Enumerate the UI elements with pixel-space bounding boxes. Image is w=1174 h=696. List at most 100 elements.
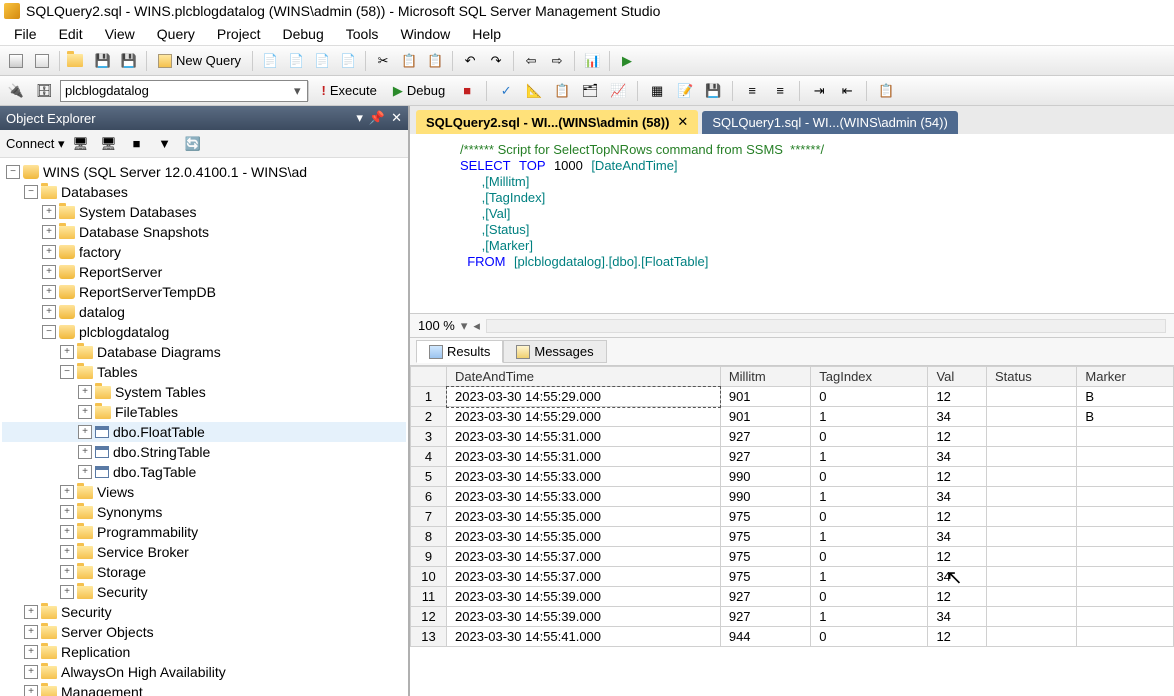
tables-node[interactable]: −Tables	[2, 362, 406, 382]
sql-editor[interactable]: /****** Script for SelectTopNRows comman…	[410, 134, 1174, 314]
db-datalog-node[interactable]: +datalog	[2, 302, 406, 322]
system-tables-node[interactable]: +System Tables	[2, 382, 406, 402]
pin-icon[interactable]: 📌	[369, 110, 385, 126]
nav-fwd-button[interactable]: ⇨	[545, 49, 569, 73]
open-button[interactable]	[65, 49, 89, 73]
save-button[interactable]: 💾	[91, 49, 115, 73]
specify-values-icon[interactable]: 📋	[874, 79, 898, 103]
cell[interactable]	[1077, 507, 1174, 527]
disconnect-icon[interactable]: 🖥	[97, 132, 121, 156]
stop-refresh-icon[interactable]: ■	[125, 132, 149, 156]
cell[interactable]: 1	[811, 447, 928, 467]
menu-window[interactable]: Window	[390, 24, 460, 44]
cell[interactable]: 0	[811, 507, 928, 527]
db-reportserver-node[interactable]: +ReportServer	[2, 262, 406, 282]
include-plan-icon[interactable]: 🗂	[578, 79, 602, 103]
save-all-button[interactable]: 💾	[117, 49, 141, 73]
uncomment-button[interactable]: ≡	[768, 79, 792, 103]
storage-node[interactable]: +Storage	[2, 562, 406, 582]
redo-button[interactable]: ↷	[484, 49, 508, 73]
cell[interactable]: B	[1077, 387, 1174, 407]
results-grid-icon[interactable]: ▦	[645, 79, 669, 103]
system-databases-node[interactable]: +System Databases	[2, 202, 406, 222]
nav-back-button[interactable]: ⇦	[519, 49, 543, 73]
database-diagrams-node[interactable]: +Database Diagrams	[2, 342, 406, 362]
tab-results[interactable]: Results	[416, 340, 503, 363]
mdx-query-icon[interactable]: 📄	[284, 49, 308, 73]
cell[interactable]: 1	[811, 407, 928, 427]
cell[interactable]: 12	[928, 547, 987, 567]
column-header[interactable]: Marker	[1077, 367, 1174, 387]
server-objects-node[interactable]: +Server Objects	[2, 622, 406, 642]
cell[interactable]: 2023-03-30 14:55:31.000	[447, 427, 721, 447]
cell[interactable]: 12	[928, 507, 987, 527]
cell[interactable]: 1	[811, 607, 928, 627]
table-row[interactable]: 52023-03-30 14:55:33.000990012	[411, 467, 1174, 487]
connect-label[interactable]: Connect ▾	[6, 136, 65, 152]
row-number[interactable]: 11	[411, 587, 447, 607]
service-broker-node[interactable]: +Service Broker	[2, 542, 406, 562]
column-header[interactable]: Val	[928, 367, 987, 387]
management-node[interactable]: +Management	[2, 682, 406, 696]
cell[interactable]	[986, 607, 1076, 627]
cell[interactable]	[1077, 487, 1174, 507]
cell[interactable]: 927	[720, 427, 810, 447]
table-row[interactable]: 132023-03-30 14:55:41.000944012	[411, 627, 1174, 647]
cell[interactable]: 34	[928, 447, 987, 467]
table-row[interactable]: 22023-03-30 14:55:29.000901134B	[411, 407, 1174, 427]
tab-sqlquery1[interactable]: SQLQuery1.sql - WI...(WINS\admin (54))	[702, 111, 958, 134]
row-number[interactable]: 6	[411, 487, 447, 507]
filter-icon[interactable]: ▼	[153, 132, 177, 156]
replication-node[interactable]: +Replication	[2, 642, 406, 662]
cell[interactable]: 34	[928, 607, 987, 627]
cell[interactable]	[986, 547, 1076, 567]
cell[interactable]: 990	[720, 487, 810, 507]
cell[interactable]: 927	[720, 607, 810, 627]
row-number[interactable]: 8	[411, 527, 447, 547]
cell[interactable]	[986, 507, 1076, 527]
cell[interactable]: 2023-03-30 14:55:37.000	[447, 567, 721, 587]
cell[interactable]	[986, 567, 1076, 587]
refresh-icon[interactable]: 🔄	[181, 132, 205, 156]
include-stats-icon[interactable]: 📈	[606, 79, 630, 103]
column-header[interactable]: Millitm	[720, 367, 810, 387]
cell[interactable]: 2023-03-30 14:55:39.000	[447, 607, 721, 627]
cell[interactable]: 0	[811, 547, 928, 567]
menu-project[interactable]: Project	[207, 24, 271, 44]
stop-button[interactable]: ■	[455, 79, 479, 103]
cell[interactable]: 2023-03-30 14:55:33.000	[447, 467, 721, 487]
db-security-node[interactable]: +Security	[2, 582, 406, 602]
cell[interactable]	[1077, 567, 1174, 587]
databases-node[interactable]: −Databases	[2, 182, 406, 202]
cell[interactable]: 34	[928, 407, 987, 427]
cell[interactable]: 12	[928, 467, 987, 487]
activity-monitor-icon[interactable]: 📊	[580, 49, 604, 73]
object-explorer-titlebar[interactable]: Object Explorer ▾ 📌 ✕	[0, 106, 408, 130]
menu-file[interactable]: File	[4, 24, 47, 44]
cell[interactable]	[1077, 427, 1174, 447]
filetables-node[interactable]: +FileTables	[2, 402, 406, 422]
cell[interactable]: 2023-03-30 14:55:29.000	[447, 387, 721, 407]
cell[interactable]: 0	[811, 427, 928, 447]
tab-messages[interactable]: Messages	[503, 340, 606, 363]
cell[interactable]: 901	[720, 387, 810, 407]
row-number[interactable]: 5	[411, 467, 447, 487]
xmla-query-icon[interactable]: 📄	[336, 49, 360, 73]
cell[interactable]	[1077, 587, 1174, 607]
cell[interactable]	[1077, 447, 1174, 467]
stringtable-node[interactable]: +dbo.StringTable	[2, 442, 406, 462]
paste-button[interactable]: 📋	[423, 49, 447, 73]
cell[interactable]	[1077, 547, 1174, 567]
debug-button[interactable]: ▶ Debug	[387, 81, 451, 101]
dmx-query-icon[interactable]: 📄	[310, 49, 334, 73]
row-number[interactable]: 10	[411, 567, 447, 587]
cell[interactable]: 2023-03-30 14:55:35.000	[447, 507, 721, 527]
cell[interactable]: 2023-03-30 14:55:39.000	[447, 587, 721, 607]
cell[interactable]	[986, 467, 1076, 487]
cell[interactable]: 12	[928, 387, 987, 407]
object-tree[interactable]: −WINS (SQL Server 12.0.4100.1 - WINS\ad …	[0, 158, 408, 696]
table-row[interactable]: 12023-03-30 14:55:29.000901012B	[411, 387, 1174, 407]
programmability-node[interactable]: +Programmability	[2, 522, 406, 542]
cell[interactable]: 975	[720, 507, 810, 527]
row-number[interactable]: 2	[411, 407, 447, 427]
